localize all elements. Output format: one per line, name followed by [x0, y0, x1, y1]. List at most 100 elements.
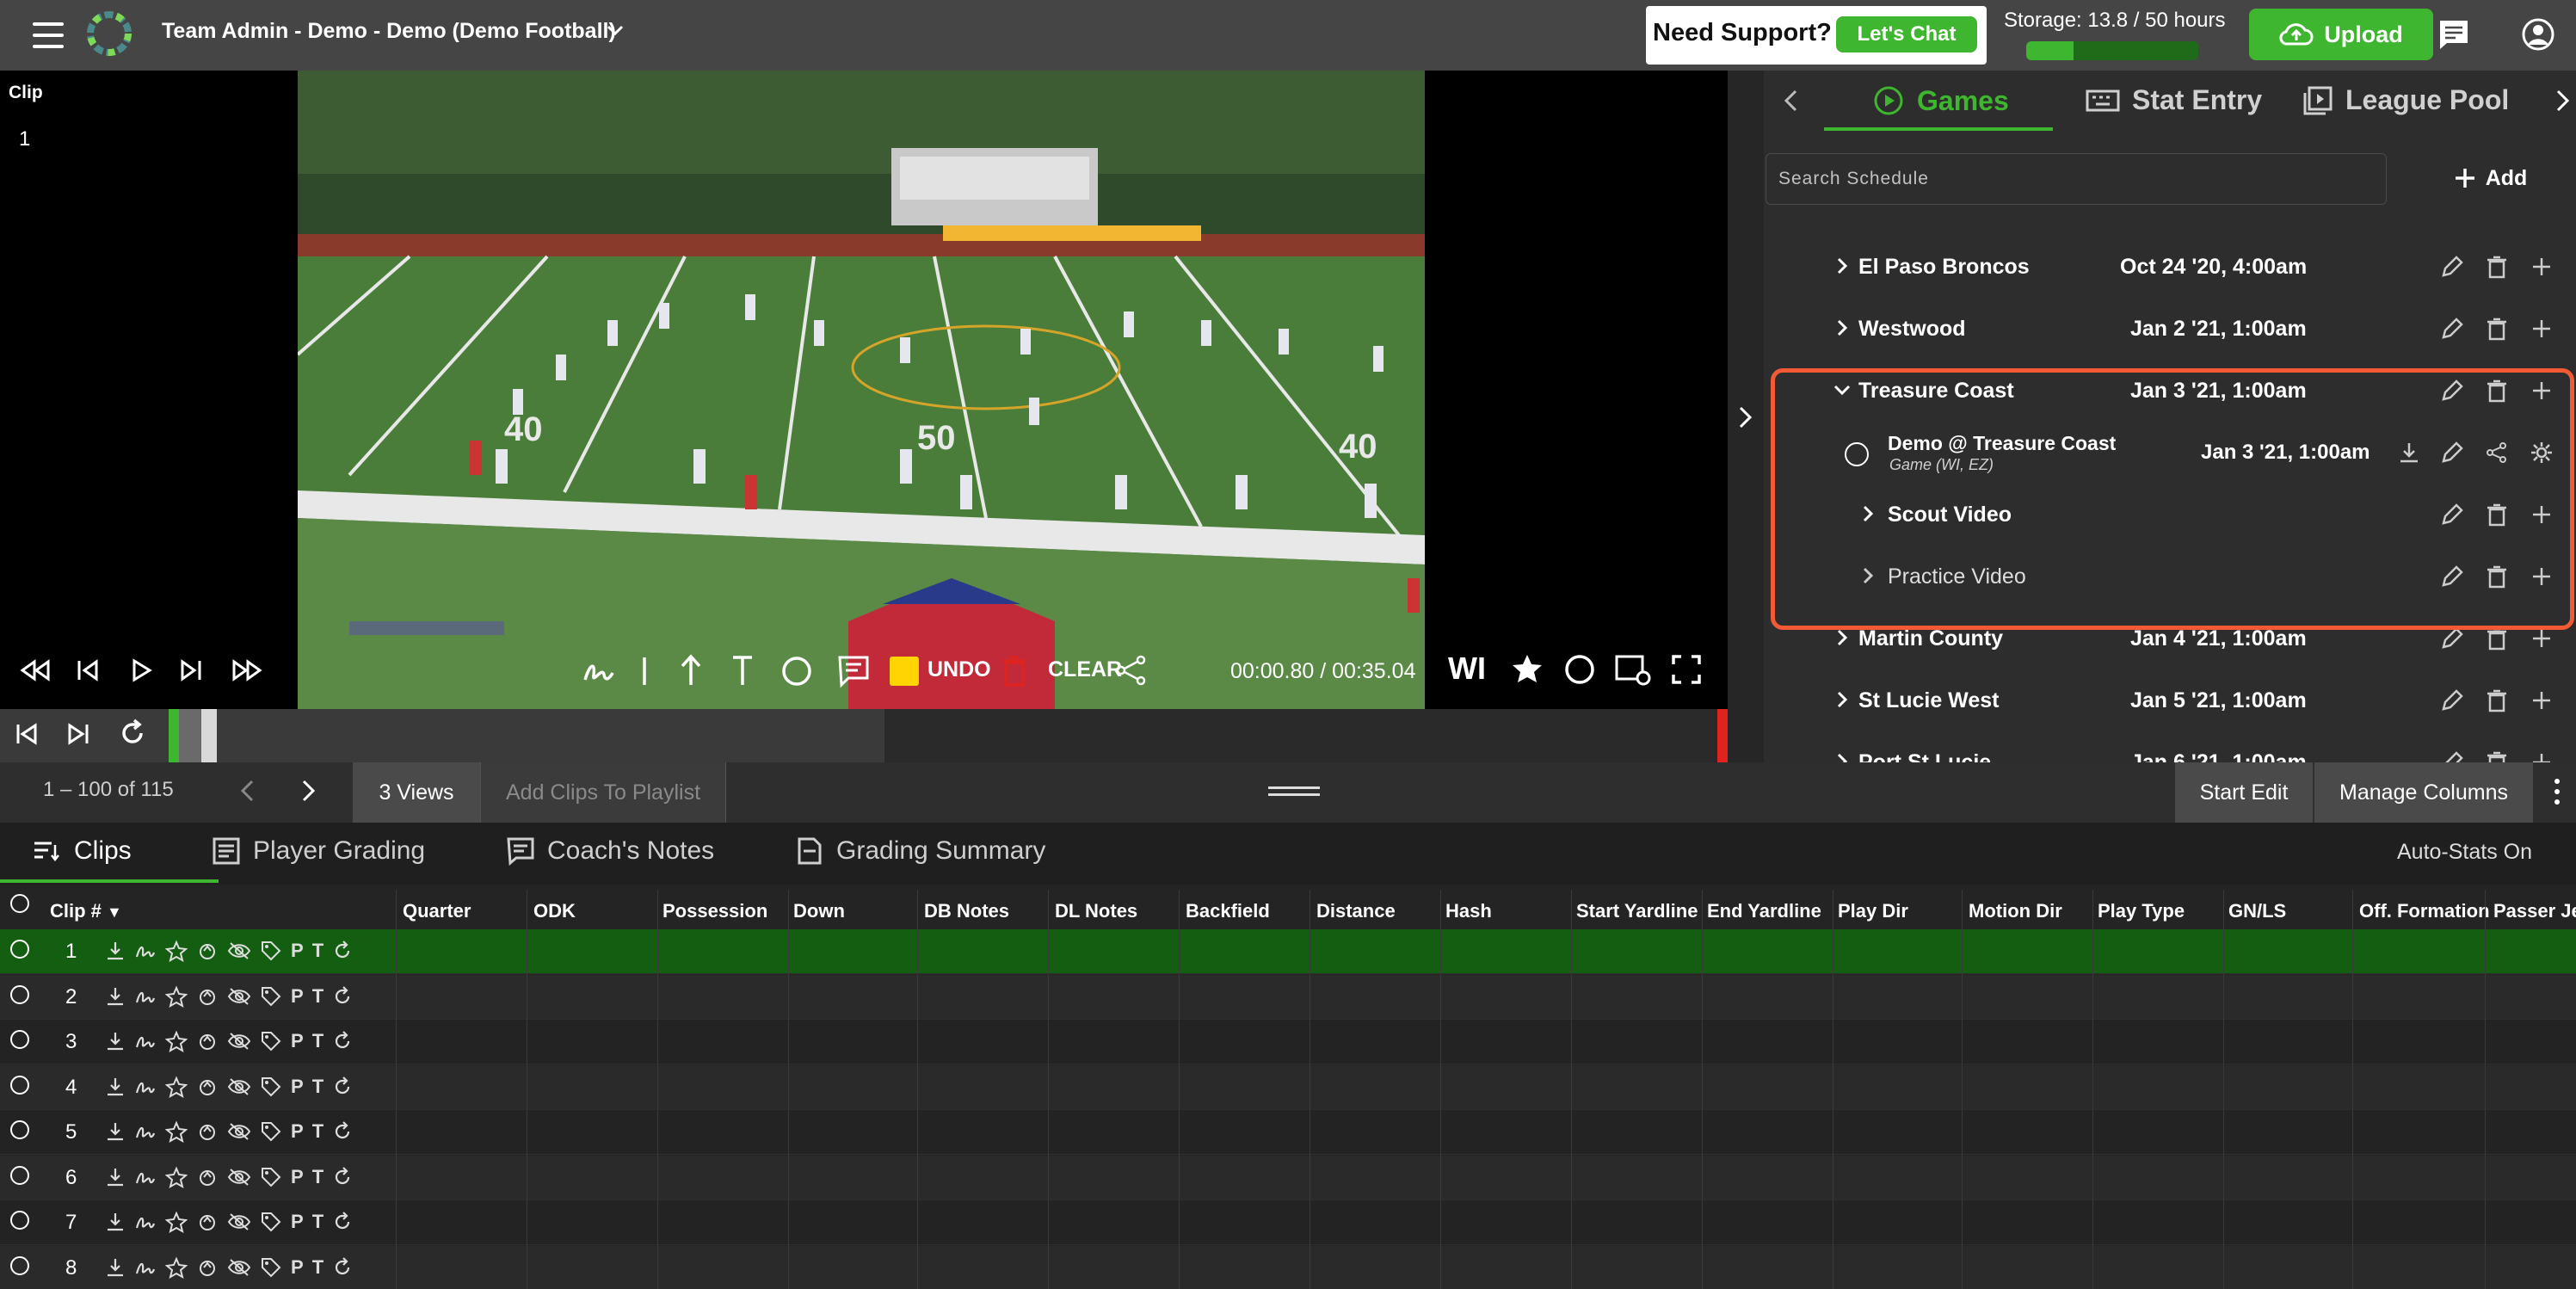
text-note-icon[interactable]: [836, 654, 871, 688]
refresh-icon[interactable]: [332, 1211, 353, 1233]
eye-hidden-icon[interactable]: [227, 1166, 251, 1188]
step-back-icon[interactable]: [74, 657, 102, 683]
schedule-row[interactable]: St Lucie West Jan 5 '21, 1:00am: [1764, 669, 2576, 731]
replay-icon[interactable]: [117, 718, 148, 749]
search-schedule-input[interactable]: [1766, 153, 2387, 205]
video-settings-icon[interactable]: [1614, 652, 1652, 687]
star-outline-icon[interactable]: [165, 940, 188, 962]
messages-icon[interactable]: [2437, 17, 2471, 52]
tab-grading-summary[interactable]: Grading Summary: [795, 836, 1045, 866]
row-select-radio[interactable]: [10, 1030, 29, 1049]
star-outline-icon[interactable]: [165, 985, 188, 1008]
download-icon[interactable]: [105, 1076, 126, 1098]
chevron-right-icon[interactable]: [1735, 404, 1755, 430]
edit-pencil-icon[interactable]: [2440, 255, 2464, 279]
trash-icon[interactable]: [2485, 255, 2509, 279]
arrow-tool-icon[interactable]: [678, 652, 704, 688]
row-select-radio[interactable]: [10, 1076, 29, 1095]
col-header[interactable]: DB Notes: [924, 900, 1009, 922]
freehand-draw-icon[interactable]: [134, 940, 157, 962]
col-header[interactable]: ODK: [533, 900, 576, 922]
row-select-radio[interactable]: [10, 985, 29, 1004]
fullscreen-icon[interactable]: [1671, 654, 1702, 685]
col-header[interactable]: Off. Formation: [2359, 900, 2490, 922]
color-swatch[interactable]: [890, 657, 919, 686]
chevron-right-icon[interactable]: [1831, 750, 1853, 762]
more-options-icon[interactable]: [2552, 776, 2562, 807]
refresh-icon[interactable]: [332, 985, 353, 1008]
wi-label[interactable]: WI: [1448, 651, 1486, 687]
eye-hidden-icon[interactable]: [227, 940, 251, 962]
refresh-icon[interactable]: [332, 1256, 353, 1279]
chevron-right-icon[interactable]: [1831, 688, 1853, 711]
edit-pencil-icon[interactable]: [2440, 626, 2464, 651]
playlist-p-button[interactable]: P: [291, 1256, 304, 1279]
playlist-p-button[interactable]: P: [291, 985, 304, 1008]
skip-end-icon[interactable]: [65, 721, 91, 747]
star-outline-icon[interactable]: [165, 1076, 188, 1098]
schedule-row[interactable]: Port St Lucie Jan 6 '21, 1:00am: [1764, 731, 2576, 762]
star-icon[interactable]: [1511, 652, 1544, 685]
row-select-radio[interactable]: [10, 1211, 29, 1230]
eye-hidden-icon[interactable]: [227, 1076, 251, 1098]
play-icon[interactable]: [129, 657, 153, 683]
hamburger-menu-icon[interactable]: [33, 22, 64, 48]
hand-drag-icon[interactable]: [196, 1211, 219, 1233]
tag-t-button[interactable]: T: [312, 1076, 324, 1098]
table-row[interactable]: 7 PT: [0, 1200, 2576, 1245]
plus-icon[interactable]: [2530, 317, 2554, 341]
eye-hidden-icon[interactable]: [227, 1030, 251, 1052]
tag-icon[interactable]: [260, 985, 282, 1008]
download-icon[interactable]: [105, 1120, 126, 1143]
hand-drag-icon[interactable]: [196, 1256, 219, 1279]
plus-icon[interactable]: [2530, 255, 2554, 279]
circle-tool-icon[interactable]: [780, 654, 814, 688]
download-icon[interactable]: [105, 1030, 126, 1052]
chevron-left-icon[interactable]: [237, 778, 258, 804]
tab-league-pool[interactable]: League Pool: [2302, 84, 2509, 116]
star-outline-icon[interactable]: [165, 1120, 188, 1143]
eye-hidden-icon[interactable]: [227, 985, 251, 1008]
download-icon[interactable]: [105, 985, 126, 1008]
tag-icon[interactable]: [260, 1120, 282, 1143]
video-frame[interactable]: 40 50 40: [298, 71, 1425, 709]
row-select-radio[interactable]: [10, 940, 29, 959]
star-outline-icon[interactable]: [165, 1166, 188, 1188]
plus-icon[interactable]: [2530, 750, 2554, 762]
refresh-icon[interactable]: [332, 1166, 353, 1188]
col-header[interactable]: Backfield: [1186, 900, 1270, 922]
col-header[interactable]: Play Type: [2098, 900, 2185, 922]
download-icon[interactable]: [105, 1211, 126, 1233]
tab-player-grading[interactable]: Player Grading: [212, 836, 425, 866]
col-header[interactable]: Play Dir: [1838, 900, 1908, 922]
step-forward-icon[interactable]: [177, 657, 205, 683]
freehand-draw-icon[interactable]: [134, 1120, 157, 1143]
freehand-draw-icon[interactable]: [134, 1166, 157, 1188]
freehand-draw-icon[interactable]: [134, 1256, 157, 1279]
star-outline-icon[interactable]: [165, 1211, 188, 1233]
lets-chat-button[interactable]: Let's Chat: [1836, 16, 1977, 52]
col-header[interactable]: Passer Je: [2493, 900, 2576, 922]
col-header[interactable]: Quarter: [403, 900, 471, 922]
tag-t-button[interactable]: T: [312, 1256, 324, 1279]
table-row[interactable]: 4 PT: [0, 1065, 2576, 1110]
col-header[interactable]: DL Notes: [1055, 900, 1137, 922]
row-select-radio[interactable]: [10, 1166, 29, 1185]
col-header[interactable]: Start Yardline: [1576, 900, 1698, 922]
col-header[interactable]: Hash: [1445, 900, 1492, 922]
rewind-icon[interactable]: [19, 657, 53, 683]
chevron-down-icon[interactable]: [604, 19, 626, 41]
skip-start-icon[interactable]: [14, 721, 40, 747]
tag-icon[interactable]: [260, 1076, 282, 1098]
star-outline-icon[interactable]: [165, 1256, 188, 1279]
tab-games[interactable]: Games: [1872, 84, 2009, 117]
schedule-row[interactable]: Westwood Jan 2 '21, 1:00am: [1764, 298, 2576, 360]
hand-drag-icon[interactable]: [196, 940, 219, 962]
panel-resize-handle[interactable]: [1268, 786, 1320, 799]
table-row[interactable]: 1 PT: [0, 929, 2576, 974]
edit-pencil-icon[interactable]: [2440, 750, 2464, 762]
col-header[interactable]: End Yardline: [1707, 900, 1821, 922]
fast-forward-icon[interactable]: [229, 657, 263, 683]
playlist-p-button[interactable]: P: [291, 1166, 304, 1188]
chevron-right-icon[interactable]: [1831, 317, 1853, 339]
